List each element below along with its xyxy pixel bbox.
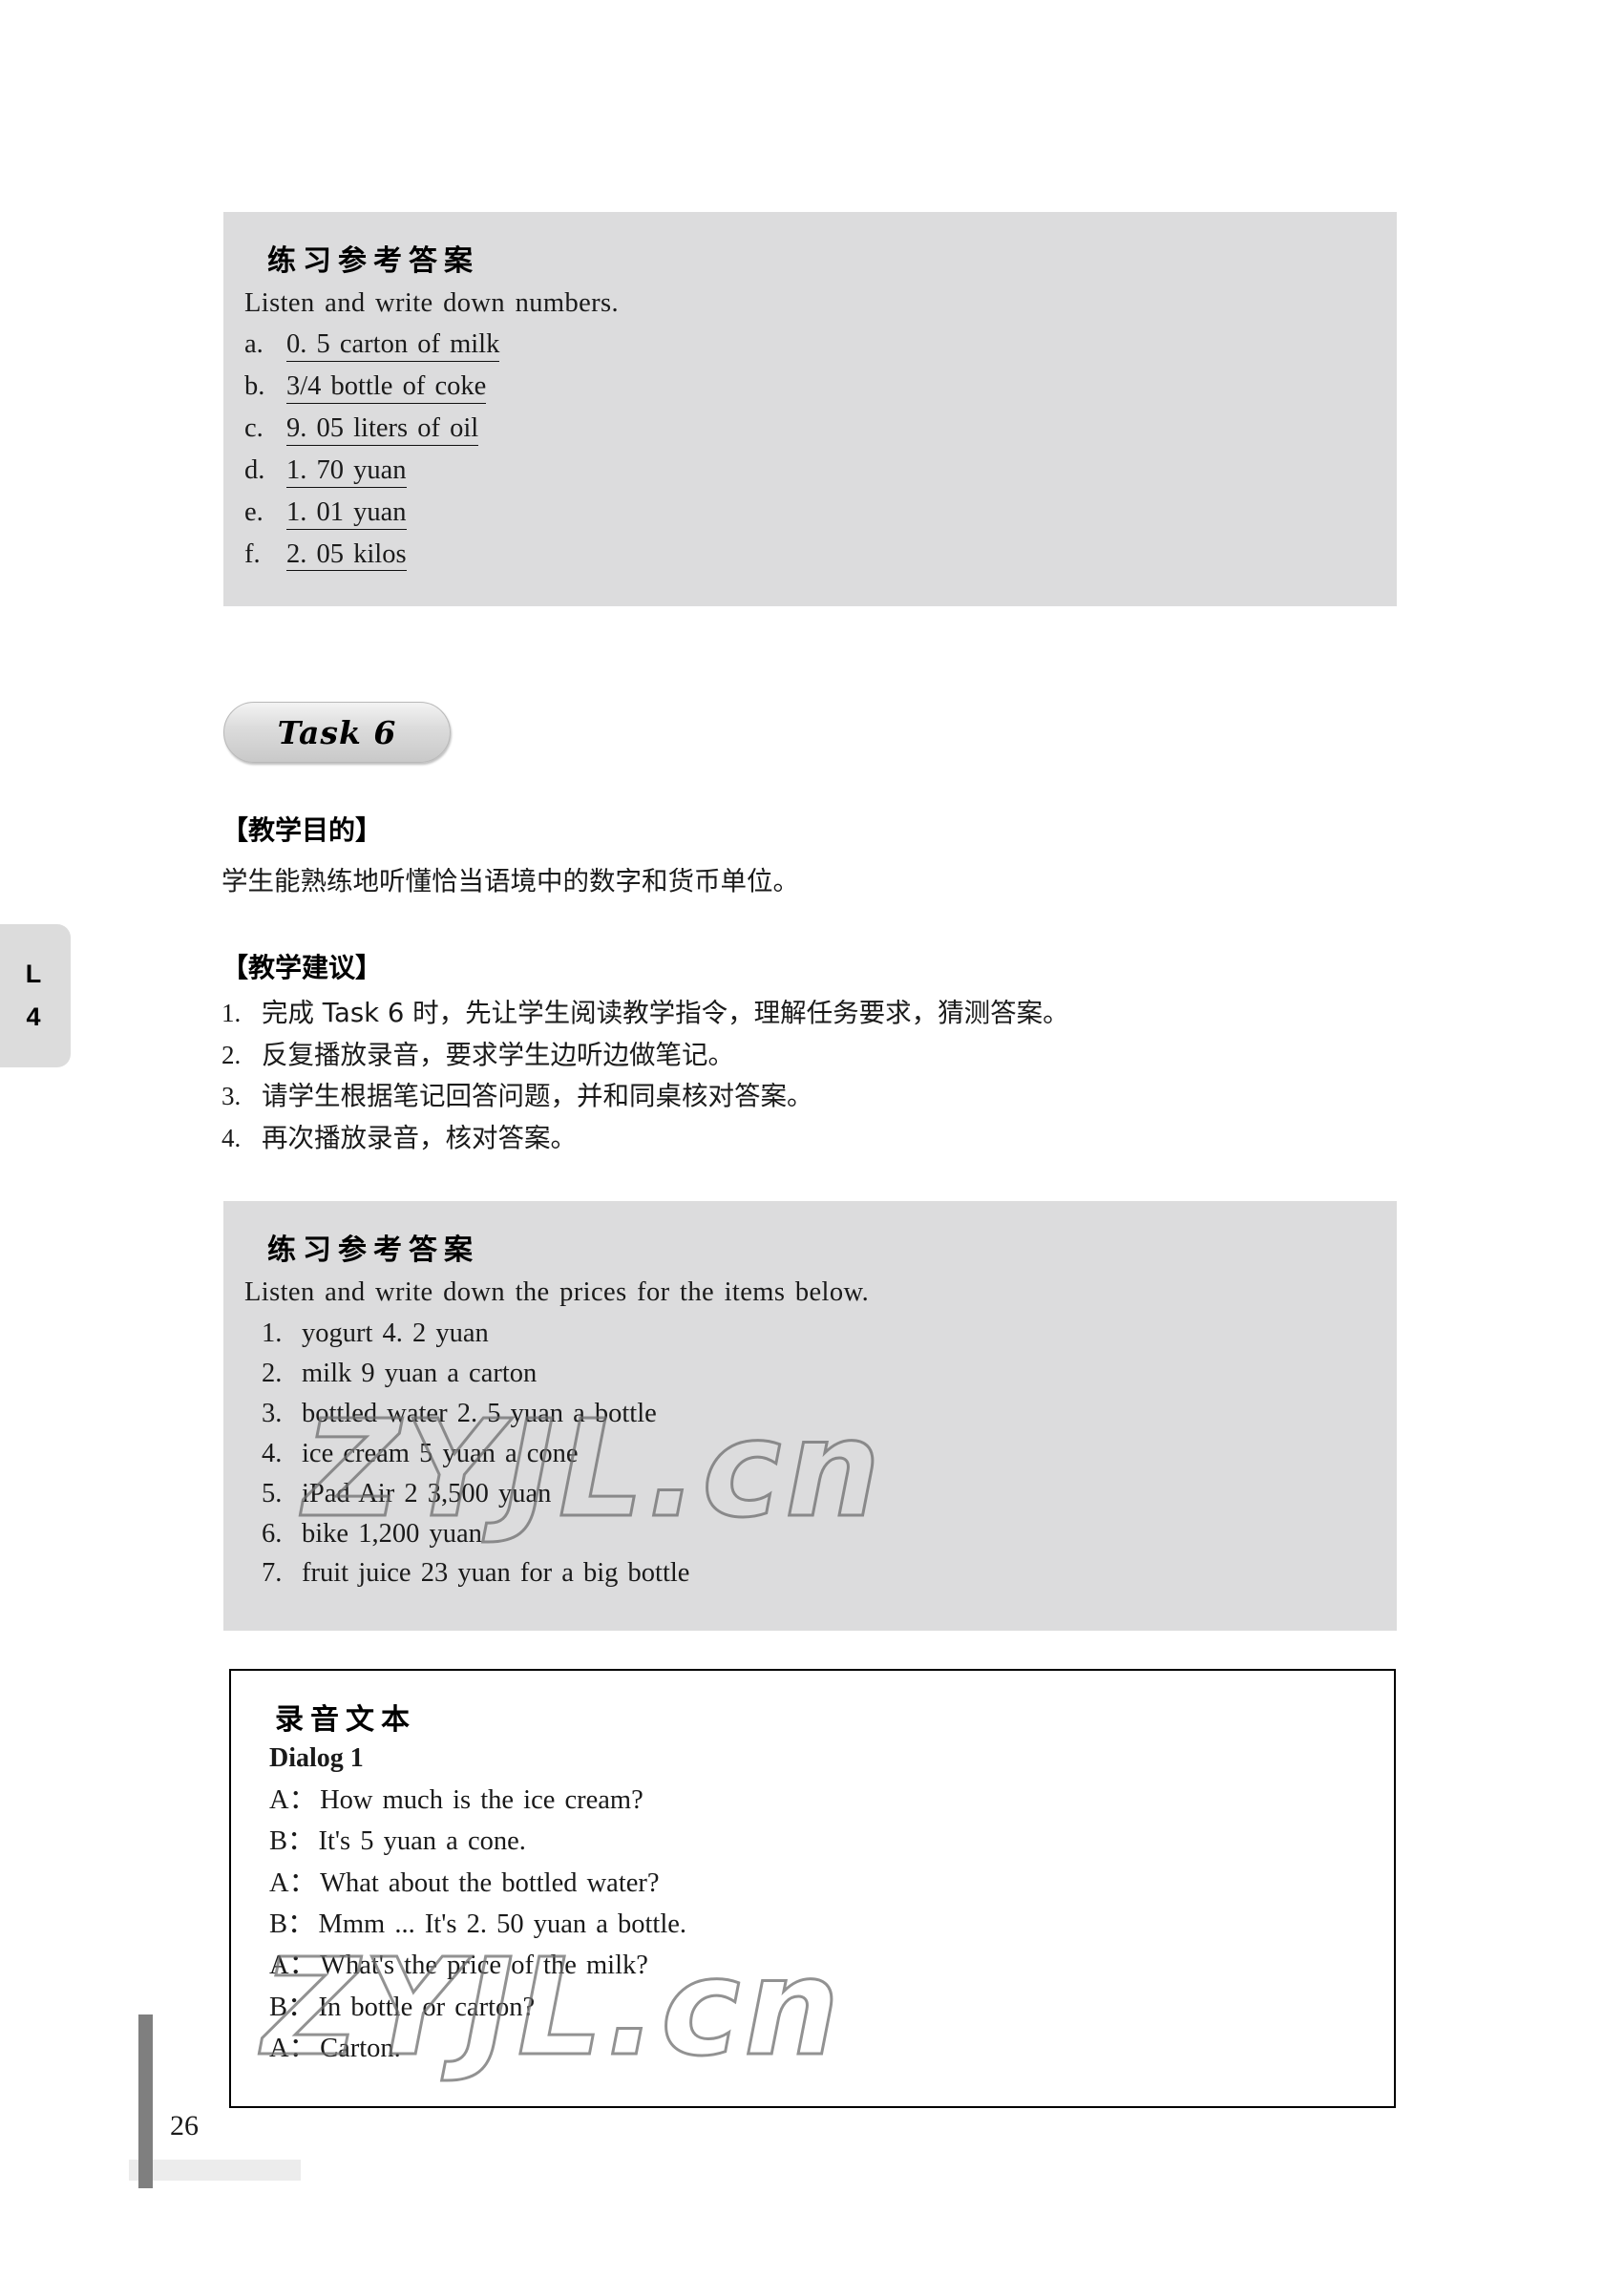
item-marker: d. <box>244 454 265 485</box>
dialog-line: A： Carton. <box>231 2028 1394 2069</box>
dialog-line: B： Mmm ... It's 2. 50 yuan a bottle. <box>231 1904 1394 1945</box>
lesson-side-tab: L 4 <box>0 924 71 1067</box>
list-item: a. 0. 5 carton of milk <box>223 325 1397 367</box>
item-number: 3. <box>221 1082 242 1111</box>
dialog-text: It's 5 yuan a cone. <box>318 1826 526 1857</box>
item-number: 4. <box>221 1123 242 1152</box>
list-item: 3. 请学生根据笔记回答问题，并和同桌核对答案。 <box>221 1076 1069 1118</box>
item-answer: 3/4 bottle of coke <box>286 371 487 404</box>
task-badge-label: Task 6 <box>277 713 397 751</box>
list-item: 5. iPad Air 2 3,500 yuan <box>223 1474 1397 1514</box>
list-item: 3. bottled water 2. 5 yuan a bottle <box>223 1394 1397 1434</box>
item-text: 再次播放录音，核对答案。 <box>262 1122 577 1153</box>
dialog-text: How much is the ice cream? <box>320 1785 643 1815</box>
item-marker: 3. <box>262 1398 283 1428</box>
item-number: 2. <box>221 1040 242 1069</box>
page-number: 26 <box>170 2110 199 2141</box>
item-answer: 9. 05 liters of oil <box>286 413 479 446</box>
teaching-aim-text: 学生能熟练地听懂恰当语境中的数字和货币单位。 <box>221 866 799 896</box>
side-tab-letter: L <box>25 960 42 988</box>
answer-key-panel-1: 练习参考答案 Listen and write down numbers. a.… <box>223 212 1397 606</box>
task-badge: Task 6 <box>223 702 451 763</box>
list-item: 6. bike 1,200 yuan <box>223 1514 1397 1554</box>
dialog-speaker: B： <box>269 1909 315 1940</box>
item-answer: 0. 5 carton of milk <box>286 329 500 362</box>
transcript-panel: 录音文本 Dialog 1 A： How much is the ice crea… <box>229 1669 1396 2108</box>
item-text: 反复播放录音，要求学生边听边做笔记。 <box>262 1039 734 1070</box>
item-answer: 1. 01 yuan <box>286 497 407 530</box>
teaching-aim-heading: 【教学目的】 <box>221 814 383 846</box>
dialog-line: A： How much is the ice cream? <box>231 1780 1394 1821</box>
answer-key-intro-1: Listen and write down numbers. <box>244 288 620 318</box>
dialog-speaker: B： <box>269 1826 315 1857</box>
item-answer: bike 1,200 yuan <box>302 1518 482 1549</box>
footer-horizontal-bar <box>129 2160 301 2181</box>
answer-key-intro-2: Listen and write down the prices for the… <box>244 1277 870 1307</box>
side-tab-number: 4 <box>26 1002 41 1031</box>
list-item: d. 1. 70 yuan <box>223 451 1397 493</box>
dialog-line: B： In bottle or carton? <box>231 1987 1394 2028</box>
answer-key-panel-2: 练习参考答案 Listen and write down the prices … <box>223 1201 1397 1631</box>
teaching-tips-list: 1. 完成 Task 6 时，先让学生阅读教学指令，理解任务要求，猜测答案。 2.… <box>221 993 1069 1159</box>
list-item: 4. ice cream 5 yuan a cone <box>223 1434 1397 1474</box>
item-marker: c. <box>244 412 264 443</box>
dialog-lines: A： How much is the ice cream? B： It's 5 yu… <box>231 1780 1394 2069</box>
dialog-text: Carton. <box>320 2034 401 2064</box>
item-answer: milk 9 yuan a carton <box>302 1358 538 1388</box>
dialog-speaker: A： <box>269 2034 317 2064</box>
dialog-speaker: B： <box>269 1992 315 2022</box>
answer-key-heading-1: 练习参考答案 <box>267 244 479 278</box>
item-marker: b. <box>244 370 265 401</box>
teaching-tips-heading: 【教学建议】 <box>221 952 383 983</box>
list-item: e. 1. 01 yuan <box>223 493 1397 535</box>
item-text: 请学生根据笔记回答问题，并和同桌核对答案。 <box>262 1081 813 1112</box>
transcript-heading: 录音文本 <box>275 1703 416 1737</box>
item-marker: f. <box>244 538 261 569</box>
list-item: 7. fruit juice 23 yuan for a big bottle <box>223 1553 1397 1593</box>
footer-vertical-bar <box>138 2014 153 2188</box>
item-marker: 6. <box>262 1518 283 1549</box>
list-item: 2. milk 9 yuan a carton <box>223 1354 1397 1394</box>
item-answer: yogurt 4. 2 yuan <box>302 1318 489 1348</box>
list-item: 4. 再次播放录音，核对答案。 <box>221 1118 1069 1160</box>
item-answer: bottled water 2. 5 yuan a bottle <box>302 1398 657 1428</box>
dialog-title: Dialog 1 <box>269 1743 364 1773</box>
list-item: 1. yogurt 4. 2 yuan <box>223 1314 1397 1354</box>
item-number: 1. <box>221 999 242 1027</box>
item-marker: 2. <box>262 1358 283 1388</box>
answer-list-2: 1. yogurt 4. 2 yuan 2. milk 9 yuan a carto… <box>223 1314 1397 1593</box>
answer-list-1: a. 0. 5 carton of milk b. 3/4 bottle of co… <box>223 325 1397 576</box>
item-marker: 4. <box>262 1438 283 1468</box>
item-marker: 7. <box>262 1558 283 1589</box>
textbook-page: L 4 练习参考答案 Listen and write down numbers… <box>0 0 1624 2278</box>
list-item: f. 2. 05 kilos <box>223 535 1397 577</box>
dialog-text: What's the price of the milk? <box>320 1951 648 1981</box>
item-answer: 2. 05 kilos <box>286 539 407 572</box>
item-answer: 1. 70 yuan <box>286 455 407 488</box>
list-item: b. 3/4 bottle of coke <box>223 367 1397 409</box>
dialog-line: A： What's the price of the milk? <box>231 1945 1394 1986</box>
item-answer: iPad Air 2 3,500 yuan <box>302 1478 552 1508</box>
answer-key-heading-2: 练习参考答案 <box>267 1234 479 1267</box>
item-marker: 1. <box>262 1318 283 1348</box>
dialog-speaker: A： <box>269 1785 317 1815</box>
dialog-speaker: A： <box>269 1867 317 1898</box>
list-item: c. 9. 05 liters of oil <box>223 409 1397 451</box>
item-answer: fruit juice 23 yuan for a big bottle <box>302 1558 690 1589</box>
item-answer: ice cream 5 yuan a cone <box>302 1438 579 1468</box>
list-item: 2. 反复播放录音，要求学生边听边做笔记。 <box>221 1035 1069 1077</box>
dialog-line: B： It's 5 yuan a cone. <box>231 1821 1394 1862</box>
dialog-line: A： What about the bottled water? <box>231 1863 1394 1904</box>
item-marker: 5. <box>262 1478 283 1508</box>
dialog-text: In bottle or carton? <box>318 1992 536 2022</box>
dialog-speaker: A： <box>269 1951 317 1981</box>
item-marker: e. <box>244 496 264 527</box>
list-item: 1. 完成 Task 6 时，先让学生阅读教学指令，理解任务要求，猜测答案。 <box>221 993 1069 1035</box>
item-text: 完成 Task 6 时，先让学生阅读教学指令，理解任务要求，猜测答案。 <box>262 998 1069 1028</box>
item-marker: a. <box>244 329 264 359</box>
dialog-text: What about the bottled water? <box>320 1867 660 1898</box>
dialog-text: Mmm ... It's 2. 50 yuan a bottle. <box>318 1909 687 1940</box>
